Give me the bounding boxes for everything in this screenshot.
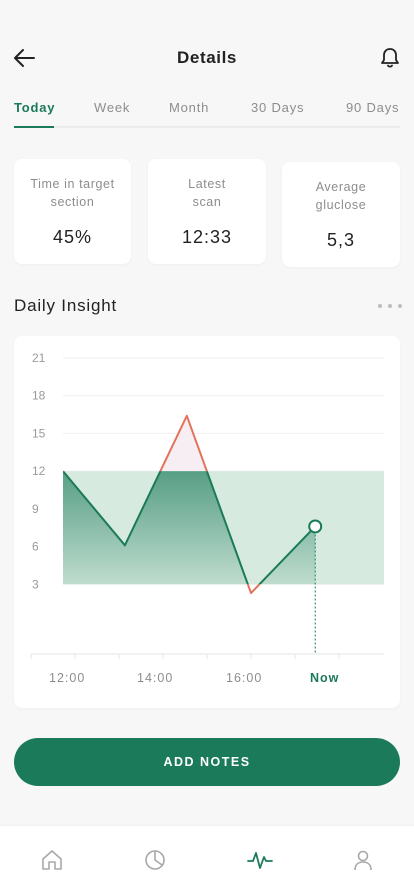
tab-30-days[interactable]: 30 Days xyxy=(251,100,304,115)
pie-chart-icon xyxy=(145,850,165,870)
glucose-chart-card: 21 18 15 12 9 6 3 12:00 14:00 16:00 Now xyxy=(14,336,400,708)
current-point-marker xyxy=(308,519,323,534)
stat-value: 12:33 xyxy=(181,227,233,247)
y-tick-label: 21 xyxy=(32,351,46,365)
active-tab-indicator xyxy=(14,126,54,128)
stat-card-time-in-target: Time in target section 45% xyxy=(14,159,131,264)
section-title: Daily Insight xyxy=(14,296,117,315)
y-tick-label: 18 xyxy=(32,389,46,403)
notifications-button[interactable] xyxy=(376,44,404,72)
y-tick-label: 9 xyxy=(32,502,39,516)
tab-week[interactable]: Week xyxy=(94,100,130,115)
y-tick-label: 3 xyxy=(32,577,39,591)
header: Details xyxy=(0,0,414,100)
user-icon xyxy=(354,850,372,871)
stat-value: 45% xyxy=(52,227,93,247)
y-tick-label: 6 xyxy=(32,540,39,554)
more-horizontal-icon xyxy=(378,304,382,308)
stat-label-line: Time in target xyxy=(30,177,115,191)
y-tick-label: 15 xyxy=(32,426,46,440)
nav-home[interactable] xyxy=(38,846,66,874)
x-tick-label: 14:00 xyxy=(137,671,173,685)
home-icon xyxy=(42,850,62,870)
x-tick-label: 12:00 xyxy=(49,671,85,685)
more-options-button[interactable] xyxy=(378,298,402,314)
stat-value: 5,3 xyxy=(326,230,356,250)
activity-icon xyxy=(247,852,273,869)
add-notes-button[interactable]: ADD NOTES xyxy=(14,738,400,786)
tab-month[interactable]: Month xyxy=(169,100,209,115)
nav-stats[interactable] xyxy=(141,846,169,874)
page-title: Details xyxy=(177,48,237,67)
stat-label-line: section xyxy=(50,195,95,209)
stat-label-line: Latest xyxy=(188,177,226,191)
stat-label-line: scan xyxy=(192,195,222,209)
x-tick-label: Now xyxy=(310,671,339,685)
glucose-chart: 21 18 15 12 9 6 3 12:00 14:00 16:00 Now xyxy=(30,351,384,685)
period-tabs: Today Week Month 30 Days 90 Days xyxy=(14,96,400,128)
tab-90-days[interactable]: 90 Days xyxy=(346,100,399,115)
stat-card-latest-scan: Latest scan 12:33 xyxy=(148,159,266,264)
nav-profile[interactable] xyxy=(349,846,377,874)
bell-icon xyxy=(381,48,399,68)
tab-today[interactable]: Today xyxy=(14,100,55,115)
stat-label-line: gluclose xyxy=(315,198,367,212)
stat-card-average-glucose: Average gluclose 5,3 xyxy=(282,162,400,267)
stat-label-line: Average xyxy=(315,180,367,194)
nav-activity[interactable] xyxy=(246,846,274,874)
y-tick-label: 12 xyxy=(32,464,46,478)
x-tick-label: 16:00 xyxy=(226,671,262,685)
bottom-navigation xyxy=(0,826,414,896)
